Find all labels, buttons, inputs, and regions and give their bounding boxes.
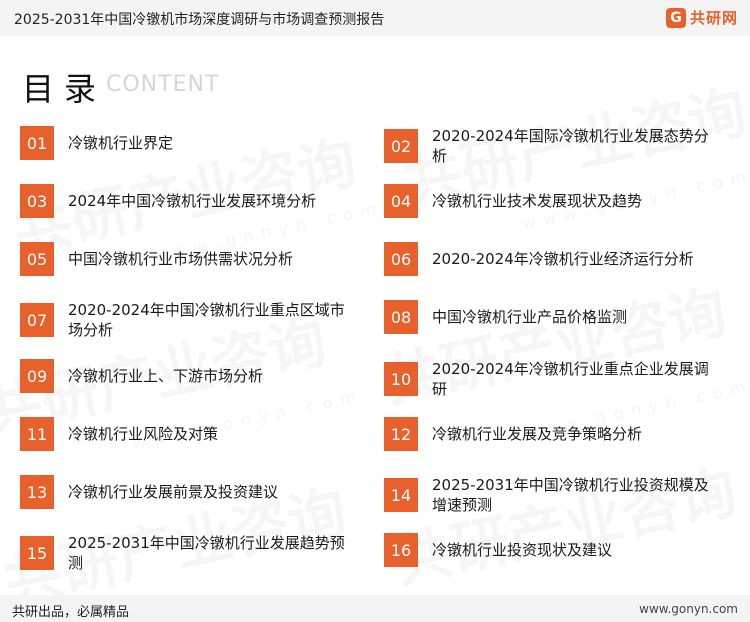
toc-item[interactable]: 08 中国冷镦机行业产品价格监测 [384,300,722,334]
toc-item-label: 冷镦机行业发展前景及投资建议 [68,483,279,501]
toc-item[interactable]: 06 2020-2024年冷镦机行业经济运行分析 [384,242,722,276]
toc-number: 02 [384,129,418,163]
watermark: 共研产业咨询 [385,445,743,600]
toc-item-label: 2024年中国冷镦机行业发展环境分析 [68,192,317,210]
toc-item-label: 冷镦机行业风险及对策 [68,425,219,443]
toc-item[interactable]: 04 冷镦机行业技术发展现状及趋势 [384,184,722,218]
toc-number: 06 [384,242,418,276]
toc-item[interactable]: 07 2020-2024年中国冷镦机行业重点区域市场分析 [20,300,358,340]
toc-item-label: 冷镦机行业界定 [68,134,174,152]
toc-item-label: 中国冷镦机行业市场供需状况分析 [68,250,294,268]
toc-number: 11 [20,417,54,451]
header-bar: 2025-2031年中国冷镦机市场深度调研与市场调查预测报告 G 共研网 [0,0,750,36]
toc-item-label: 冷镦机行业投资现状及建议 [432,541,613,559]
toc-item[interactable]: 13 冷镦机行业发展前景及投资建议 [20,475,358,509]
toc-item[interactable]: 03 2024年中国冷镦机行业发展环境分析 [20,184,358,218]
toc-number: 03 [20,184,54,218]
toc-item[interactable]: 10 2020-2024年冷镦机行业重点企业发展调研 [384,359,722,399]
toc-number: 08 [384,300,418,334]
toc-number: 10 [384,362,418,396]
toc-item[interactable]: 11 冷镦机行业风险及对策 [20,417,358,451]
toc-item-label: 冷镦机行业技术发展现状及趋势 [432,192,643,210]
toc-number: 13 [20,475,54,509]
toc-item[interactable]: 09 冷镦机行业上、下游市场分析 [20,359,358,393]
toc-number: 14 [384,478,418,512]
toc-item-label: 中国冷镦机行业产品价格监测 [432,308,628,326]
report-title: 2025-2031年中国冷镦机市场深度调研与市场调查预测报告 [14,12,385,28]
toc-item[interactable]: 12 冷镦机行业发展及竞争策略分析 [384,417,722,451]
footer-website: www.gonyn.com [639,602,738,616]
toc-item-label: 冷镦机行业上、下游市场分析 [68,367,264,385]
toc-number: 12 [384,417,418,451]
toc-number: 09 [20,359,54,393]
toc-item[interactable]: 01 冷镦机行业界定 [20,126,358,160]
toc-item-label: 2020-2024年中国冷镦机行业重点区域市场分析 [68,301,345,339]
toc-number: 07 [20,303,54,337]
toc-item-label: 2020-2024年冷镦机行业经济运行分析 [432,250,694,268]
toc-item-label: 2020-2024年国际冷镦机行业发展态势分析 [432,127,709,165]
toc-item[interactable]: 05 中国冷镦机行业市场供需状况分析 [20,242,358,276]
logo-text: 共研网 [689,9,738,27]
toc-number: 16 [384,533,418,567]
toc-item[interactable]: 16 冷镦机行业投资现状及建议 [384,533,722,567]
toc-item[interactable]: 15 2025-2031年中国冷镦机行业发展趋势预测 [20,533,358,573]
toc-heading: 目录 [22,70,107,108]
toc-number: 01 [20,126,54,160]
toc-number: 04 [384,184,418,218]
toc-item-label: 冷镦机行业发展及竞争策略分析 [432,425,643,443]
footer-slogan: 共研出品，必属精品 [12,605,130,620]
toc-number: 15 [20,536,54,570]
toc-item[interactable]: 14 2025-2031年中国冷镦机行业投资规模及增速预测 [384,475,722,515]
toc-number: 05 [20,242,54,276]
toc-item-label: 2025-2031年中国冷镦机行业投资规模及增速预测 [432,476,709,514]
toc-item-label: 2020-2024年冷镦机行业重点企业发展调研 [432,360,709,398]
brand-logo: G 共研网 [665,7,738,28]
logo-mark-icon: G [665,7,686,28]
footer-bar: 共研出品，必属精品 www.gonyn.com [0,595,750,622]
toc-item[interactable]: 02 2020-2024年国际冷镦机行业发展态势分析 [384,126,722,166]
toc-heading-en: CONTENT [106,72,220,97]
toc-item-label: 2025-2031年中国冷镦机行业发展趋势预测 [68,534,345,572]
